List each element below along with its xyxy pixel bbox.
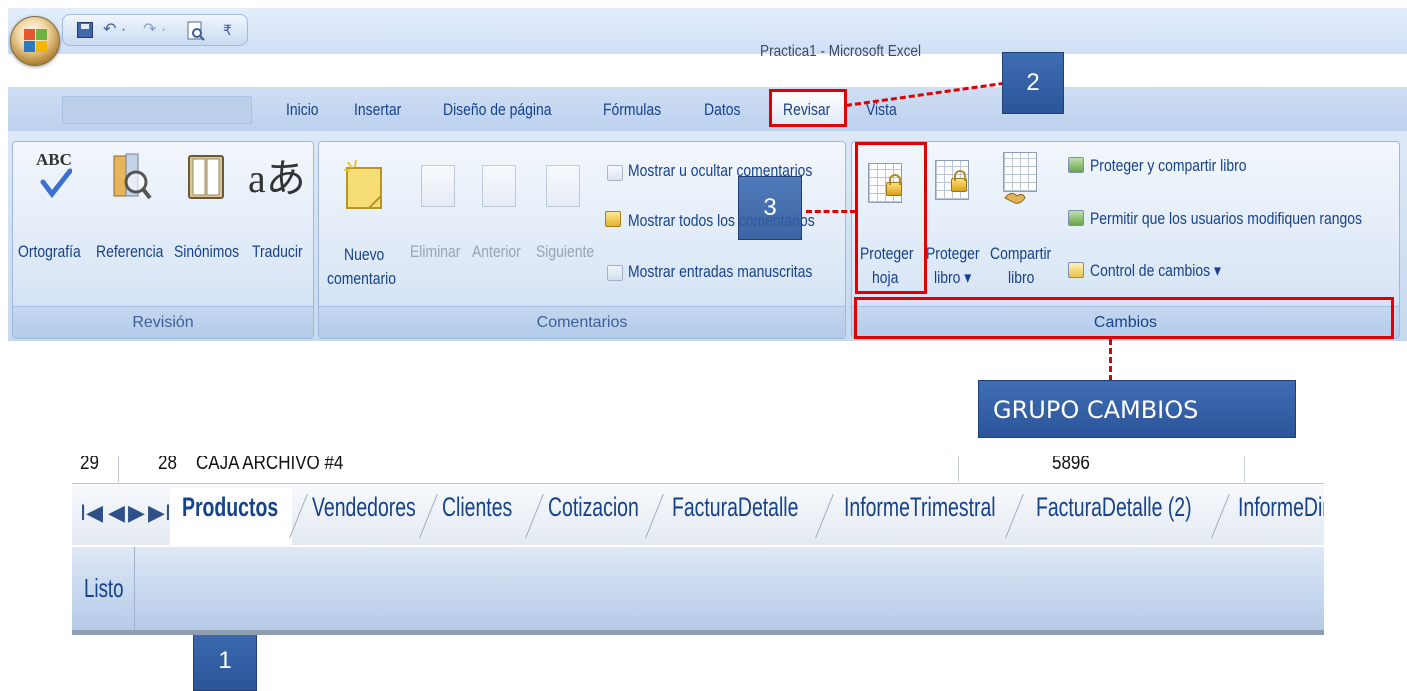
reference-button[interactable]: Referencia (96, 241, 163, 263)
lock-icon-2 (951, 170, 967, 192)
status-separator (134, 547, 135, 630)
next-comment-button[interactable]: Siguiente (536, 241, 594, 263)
tab-separator (815, 494, 834, 538)
tab-datos[interactable]: Datos (704, 100, 740, 120)
cambios-highlight-box (854, 297, 1394, 339)
sheet-tab-cotizacion[interactable]: Cotizacion (548, 492, 639, 540)
status-bar: Listo (72, 547, 1324, 635)
spelling-icon[interactable]: ABC (36, 150, 74, 202)
tab-revisar[interactable]: Revisar (783, 100, 830, 120)
protect-sheet-highlight-box (855, 142, 927, 294)
track-changes-button[interactable]: Control de cambios ▾ (1090, 260, 1221, 282)
thesaurus-icon[interactable] (186, 152, 226, 202)
first-sheet-button[interactable]: I◀ (80, 500, 103, 526)
allow-edit-ranges-button[interactable]: Permitir que los usuarios modifiquen ran… (1090, 208, 1362, 230)
next-sheet-button[interactable]: ▶ (128, 500, 145, 526)
office-logo-icon (24, 29, 48, 53)
sheet-tab-productos[interactable]: Productos (182, 492, 278, 540)
redo-icon[interactable]: ↷ · (143, 20, 166, 40)
status-text: Listo (84, 573, 124, 603)
connector-3-line (806, 210, 856, 213)
share-book-label-line1[interactable]: Compartir (990, 243, 1051, 265)
show-all-comments-icon (605, 211, 621, 227)
share-book-label-line2[interactable]: libro (1008, 267, 1034, 289)
group-revision-label: Revisión (13, 306, 313, 338)
show-ink-button[interactable]: Mostrar entradas manuscritas (628, 261, 812, 283)
tab-inicio[interactable]: Inicio (286, 100, 319, 120)
share-book-icon[interactable] (1003, 152, 1037, 192)
row-index-cell[interactable]: 28 (158, 456, 177, 475)
sheet-tab-informedir[interactable]: InformeDir (1238, 492, 1324, 540)
tab-separator (645, 494, 664, 538)
handshake-icon (1003, 188, 1027, 208)
row-text-cell[interactable]: CAJA ARCHIVO #4 (196, 456, 343, 475)
tab-separator (419, 494, 438, 538)
synonyms-button[interactable]: Sinónimos (174, 241, 239, 263)
sheet-row: 29 28 CAJA ARCHIVO #4 5896 (72, 456, 1324, 482)
previous-comment-icon (482, 165, 516, 207)
sheet-tab-vendedores[interactable]: Vendedores (312, 492, 416, 540)
previous-comment-button[interactable]: Anterior (472, 241, 521, 263)
protect-book-label-line2[interactable]: libro ▾ (934, 267, 971, 289)
row-value-cell[interactable]: 5896 (1052, 456, 1090, 475)
spelling-button[interactable]: Ortografía (18, 241, 81, 263)
tab-separator (525, 494, 544, 538)
research-icon[interactable] (110, 152, 152, 204)
window-title: Practica1 - Microsoft Excel (760, 43, 921, 60)
group-comentarios-label: Comentarios (319, 306, 845, 338)
tab-separator (1005, 494, 1024, 538)
undo-icon[interactable]: ↶ · (103, 20, 126, 40)
new-comment-icon[interactable] (343, 159, 384, 214)
allow-edit-ranges-icon (1068, 210, 1084, 226)
callout-grupo-cambios: GRUPO CAMBIOS (978, 380, 1296, 438)
new-comment-label-line2[interactable]: comentario (327, 268, 396, 290)
name-box (62, 96, 252, 124)
sheet-tab-bar: I◀ ◀ ▶ ▶I Productos Vendedores Clientes … (72, 483, 1324, 545)
tab-insertar[interactable]: Insertar (354, 100, 401, 120)
sheet-tab-clientes[interactable]: Clientes (442, 492, 512, 540)
protect-share-book-button[interactable]: Proteger y compartir libro (1090, 155, 1246, 177)
translate-icon[interactable]: aあ (248, 146, 308, 202)
track-changes-icon (1068, 262, 1084, 278)
delete-comment-button[interactable]: Eliminar (410, 241, 460, 263)
callout-2: 2 (1002, 52, 1064, 114)
connector-group-line (1109, 339, 1112, 381)
delete-comment-icon (421, 165, 455, 207)
customize-qat-icon[interactable]: ₹ (223, 20, 232, 40)
tab-diseno-pagina[interactable]: Diseño de página (443, 100, 552, 120)
translate-button[interactable]: Traducir (252, 241, 303, 263)
sheet-tab-facturadetalle[interactable]: FacturaDetalle (672, 492, 798, 540)
protect-share-icon (1068, 157, 1084, 173)
next-comment-icon (546, 165, 580, 207)
show-ink-icon (607, 265, 623, 281)
row-number: 29 (80, 456, 99, 474)
save-icon[interactable] (77, 22, 93, 38)
callout-3: 3 (738, 176, 802, 240)
office-button[interactable] (10, 16, 60, 66)
quick-access-toolbar: ↶ · ↷ · ₹ (62, 14, 248, 46)
sheet-tab-informetrimestral[interactable]: InformeTrimestral (844, 492, 996, 540)
tab-formulas[interactable]: Fórmulas (603, 100, 661, 120)
new-comment-label-line1[interactable]: Nuevo (344, 244, 384, 266)
show-hide-comment-icon (607, 165, 623, 181)
print-preview-icon[interactable] (185, 20, 207, 41)
tab-separator (1211, 494, 1230, 538)
previous-sheet-button[interactable]: ◀ (108, 500, 125, 526)
protect-book-label-line1[interactable]: Proteger (926, 243, 979, 265)
sheet-tab-facturadetalle-2[interactable]: FacturaDetalle (2) (1036, 492, 1192, 540)
last-sheet-button[interactable]: ▶I (148, 500, 171, 526)
